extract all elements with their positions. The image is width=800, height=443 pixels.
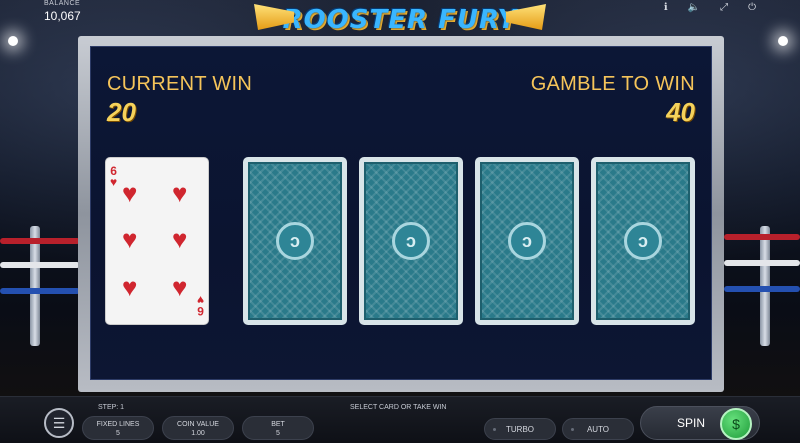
power-icon[interactable]: ⏻: [748, 2, 756, 13]
face-down-card-4[interactable]: ↄ: [591, 157, 695, 325]
heart-pip: ♥: [172, 272, 188, 302]
coin-value-box[interactable]: COIN VALUE 1.00: [162, 416, 234, 440]
bet-value: 5: [276, 430, 280, 437]
fixed-lines-value: 5: [116, 430, 120, 437]
gamble-board: CURRENT WIN 20 GAMBLE TO WIN 40 6 ♥ ♥ ♥ …: [90, 46, 712, 380]
ring-rope-blue-right: [724, 286, 800, 292]
paytable-icon: ☰: [52, 414, 66, 431]
turbo-label: TURBO: [506, 424, 534, 434]
heart-pip: ♥: [122, 178, 138, 208]
status-message: SELECT CARD OR TAKE WIN: [350, 404, 447, 411]
balance-value: 10,067: [44, 9, 81, 23]
dealer-card: 6 ♥ ♥ ♥ ♥ ♥ ♥ ♥ 6 ♥: [105, 157, 209, 325]
turbo-indicator-icon: [493, 428, 496, 431]
auto-button[interactable]: AUTO: [562, 418, 634, 440]
ring-post-left: [30, 226, 40, 346]
balance-label: BALANCE: [44, 0, 81, 7]
stadium-light: [778, 36, 788, 46]
spin-label: SPIN: [677, 416, 706, 430]
card-back-emblem-icon: ↄ: [508, 222, 546, 260]
gamble-to-win-label: GAMBLE TO WIN: [530, 73, 695, 95]
heart-pip: ♥: [172, 224, 188, 254]
current-win-value: 20: [107, 97, 136, 127]
game-logo: ROOSTER FURY: [250, 0, 550, 40]
ring-rope-red-left: [0, 238, 80, 244]
heart-pip: ♥: [122, 272, 138, 302]
bet-box[interactable]: BET 5: [242, 416, 314, 440]
coin-value-label: COIN VALUE: [177, 421, 219, 428]
cash-collect-icon[interactable]: $: [720, 408, 752, 440]
info-icon[interactable]: ℹ: [664, 2, 668, 13]
turbo-button[interactable]: TURBO: [484, 418, 556, 440]
paytable-button[interactable]: ☰: [44, 408, 74, 438]
heart-pip: ♥: [172, 178, 188, 208]
auto-label: AUTO: [586, 424, 610, 434]
heart-icon: ♥: [110, 175, 118, 189]
top-toolbar: ℹ 🔈 ⤢ ⏻: [664, 2, 756, 13]
heart-icon: ♥: [196, 293, 204, 307]
bet-label: BET: [271, 421, 285, 428]
fixed-lines-box: FIXED LINES 5: [82, 416, 154, 440]
card-back-emblem-icon: ↄ: [392, 222, 430, 260]
fullscreen-icon[interactable]: ⤢: [720, 2, 728, 13]
step-indicator: STEP: 1: [98, 404, 125, 411]
ring-rope-red-right: [724, 234, 800, 240]
face-down-card-1[interactable]: ↄ: [243, 157, 347, 325]
balance-display: BALANCE 10,067: [44, 0, 81, 23]
ring-rope-blue-left: [0, 288, 80, 294]
card-corner-bottom: 6 ♥: [196, 293, 204, 318]
sound-icon[interactable]: 🔈: [688, 2, 700, 13]
card-corner-top: 6 ♥: [110, 164, 118, 189]
face-down-card-2[interactable]: ↄ: [359, 157, 463, 325]
logo-text: ROOSTER FURY: [282, 5, 518, 35]
auto-indicator-icon: [571, 428, 574, 431]
card-back-emblem-icon: ↄ: [624, 222, 662, 260]
stadium-light: [8, 36, 18, 46]
card-back-emblem-icon: ↄ: [276, 222, 314, 260]
ring-rope-white-right: [724, 260, 800, 266]
heart-pip: ♥: [122, 224, 138, 254]
coin-value-value: 1.00: [191, 430, 205, 437]
fixed-lines-label: FIXED LINES: [96, 421, 140, 428]
face-down-card-3[interactable]: ↄ: [475, 157, 579, 325]
current-win-label: CURRENT WIN: [107, 73, 253, 95]
gamble-to-win-value: 40: [666, 97, 695, 127]
ring-rope-white-left: [0, 262, 80, 268]
